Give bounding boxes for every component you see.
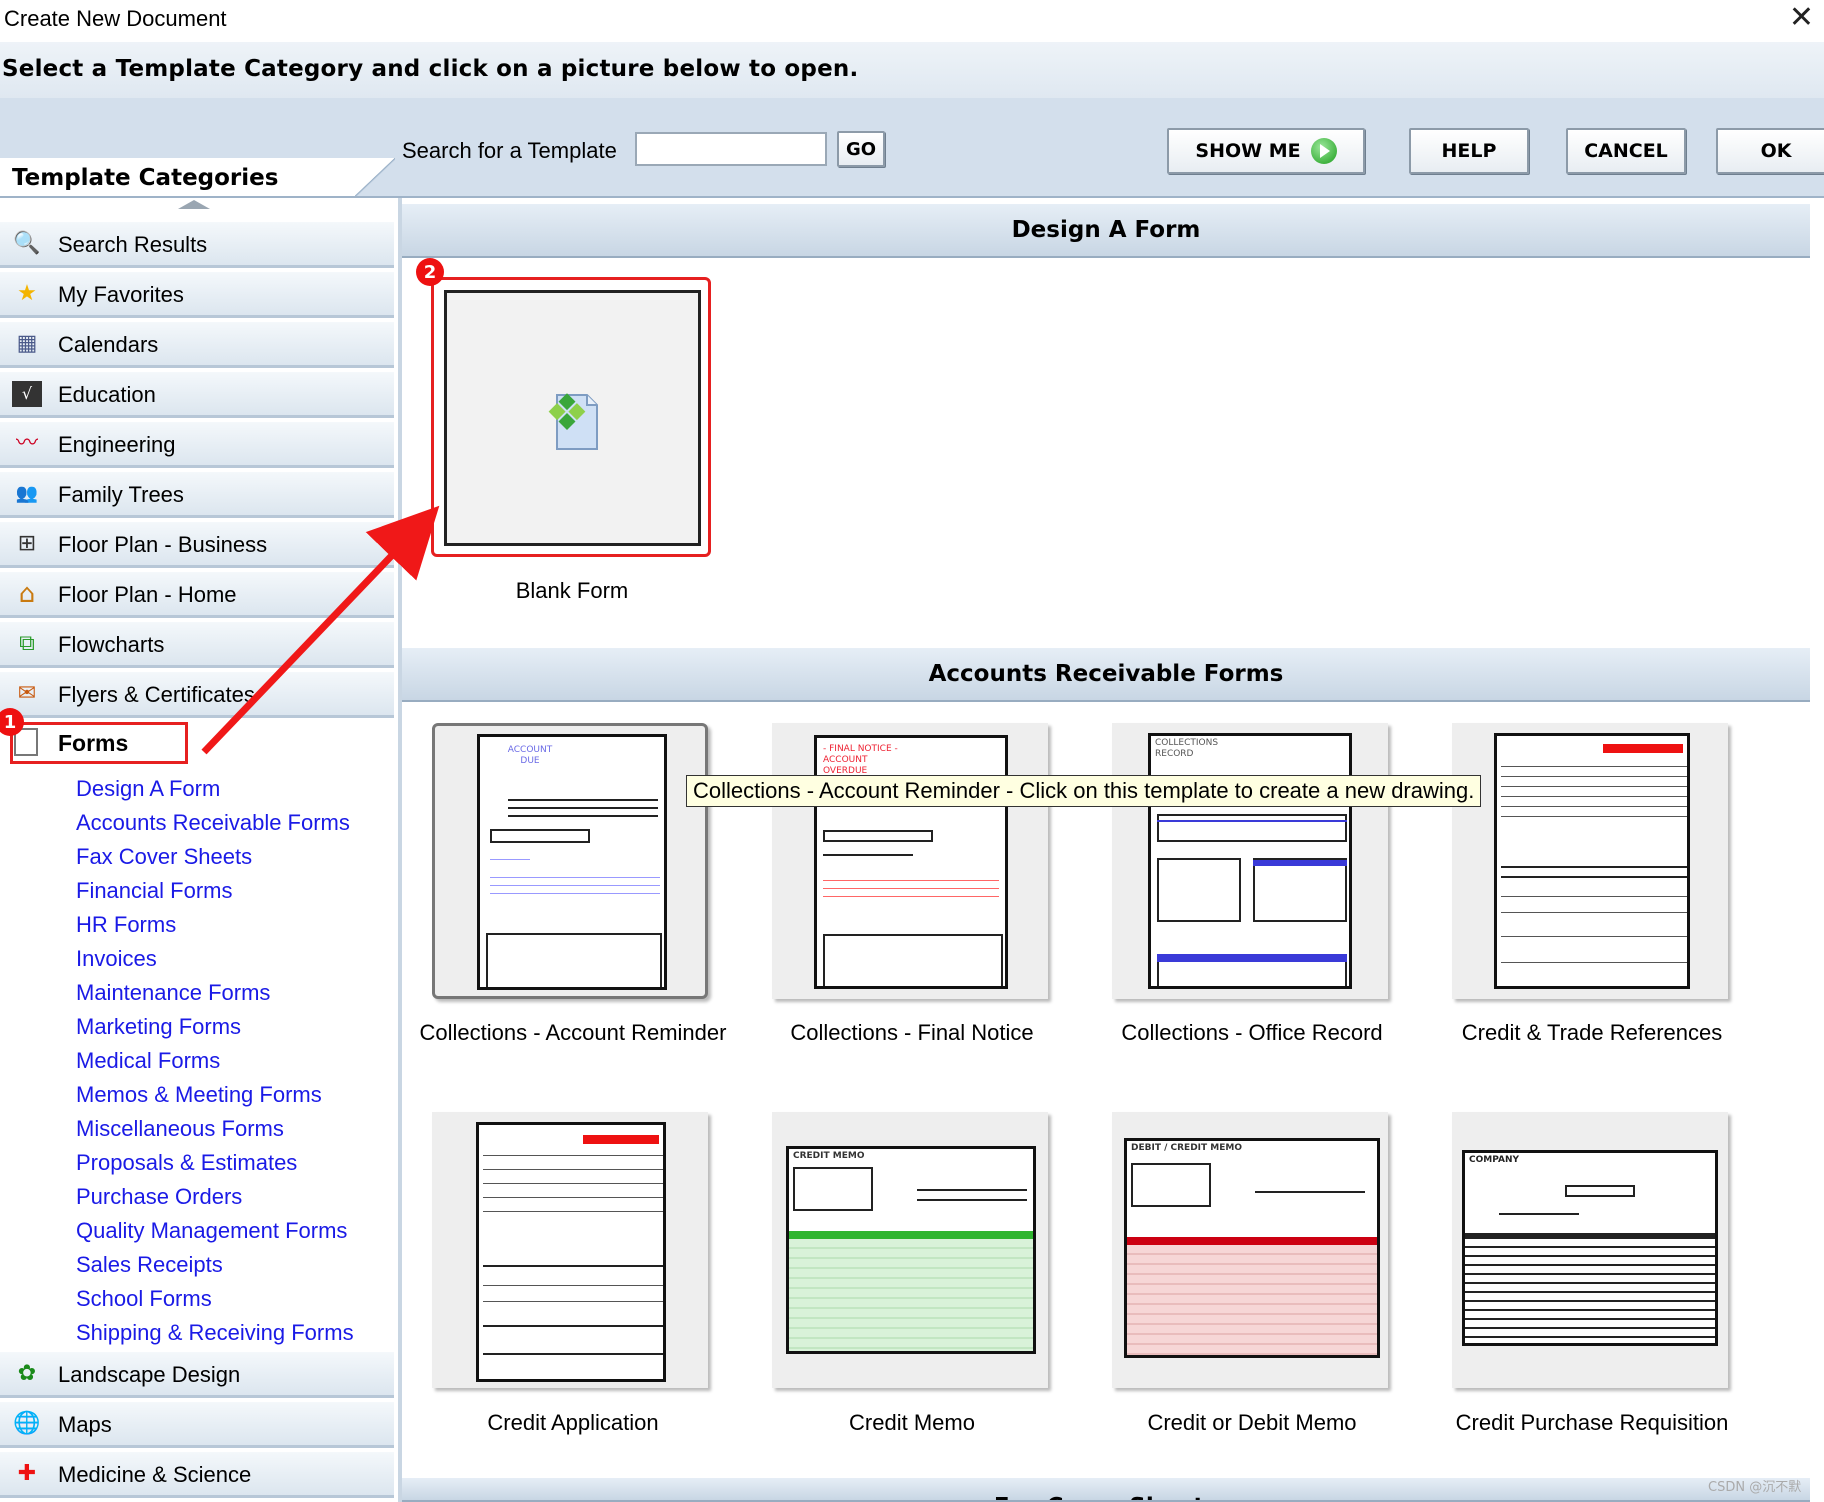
template-label: Credit Memo: [849, 1410, 975, 1435]
template-thumbnail-credit-purchase-requisition[interactable]: COMPANY: [1452, 1112, 1728, 1388]
section-header-fax-cover-sheets: Fax Cover Sheets: [402, 1478, 1810, 1502]
template-thumbnail-credit-or-debit-memo[interactable]: DEBIT / CREDIT MEMO: [1112, 1112, 1388, 1388]
template-label: Credit Purchase Requisition: [1455, 1410, 1729, 1435]
template-label: Credit & Trade References: [1461, 1020, 1723, 1045]
tooltip: Collections - Account Reminder - Click o…: [686, 775, 1482, 807]
template-label: Collections - Office Record: [1121, 1020, 1383, 1045]
template-label: Collections - Account Reminder: [419, 1020, 727, 1045]
thumb-text-company: COMPANY: [1469, 1155, 1519, 1165]
template-thumbnail-credit-memo[interactable]: CREDIT MEMO: [772, 1112, 1048, 1388]
template-thumbnail-credit-trade-references[interactable]: [1452, 723, 1728, 999]
template-label: Credit Application: [487, 1410, 659, 1435]
thumb-text-final-notice: - FINAL NOTICE - ACCOUNT OVERDUE: [823, 744, 898, 776]
thumb-text-debit-credit-memo: DEBIT / CREDIT MEMO: [1131, 1143, 1243, 1153]
section-header-label: Fax Cover Sheets: [994, 1494, 1218, 1500]
thumb-text-account-due: ACCOUNT DUE: [507, 745, 553, 766]
template-label: Credit or Debit Memo: [1147, 1410, 1357, 1435]
template-label: Collections - Final Notice: [790, 1020, 1034, 1045]
template-thumbnail-collections-final-notice[interactable]: - FINAL NOTICE - ACCOUNT OVERDUE: [772, 723, 1048, 999]
thumb-text-credit-memo: CREDIT MEMO: [793, 1151, 865, 1161]
template-thumbnail-collections-account-reminder[interactable]: ACCOUNT DUE: [432, 723, 708, 999]
section-header-accounts-receivable-forms: Accounts Receivable Forms: [402, 648, 1810, 702]
template-thumbnail-collections-office-record[interactable]: COLLECTIONS RECORD: [1112, 723, 1388, 999]
watermark: CSDN @沉不默: [1708, 1480, 1802, 1495]
template-thumbnail-credit-application[interactable]: [432, 1112, 708, 1388]
thumb-text-office-record: COLLECTIONS RECORD: [1155, 738, 1219, 759]
